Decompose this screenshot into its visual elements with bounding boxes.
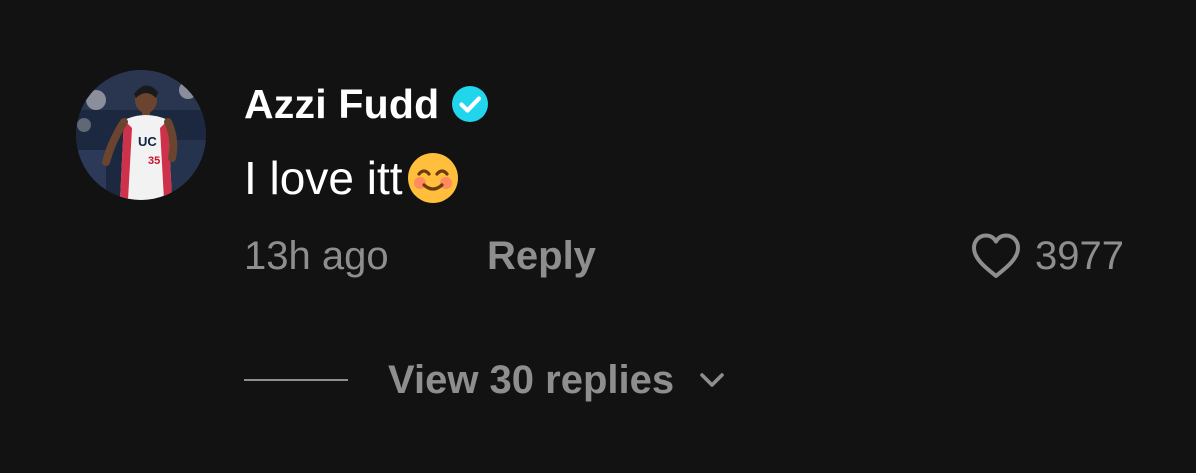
username-row: Azzi Fudd (244, 78, 489, 130)
chevron-down-icon[interactable] (696, 364, 728, 396)
replies-row: View 30 replies (244, 354, 728, 406)
comment-text: I love itt (244, 148, 459, 208)
view-replies-label[interactable]: View 30 replies (388, 358, 674, 403)
heart-icon[interactable] (969, 231, 1023, 281)
like-button[interactable]: 3977 (969, 228, 1124, 284)
comment-meta: 13h ago Reply 3977 (244, 228, 1124, 284)
smiling-face-emoji-icon (407, 152, 459, 204)
timestamp: 13h ago (244, 234, 389, 278)
verified-badge-icon (451, 85, 489, 123)
comment-text-body: I love itt (244, 152, 403, 204)
like-count: 3977 (1035, 234, 1124, 278)
username[interactable]: Azzi Fudd (244, 81, 439, 128)
svg-text:UC: UC (138, 134, 157, 149)
svg-text:35: 35 (148, 155, 160, 167)
divider-line (244, 379, 348, 381)
view-replies-button[interactable]: View 30 replies (388, 358, 728, 403)
avatar-photo: UC 35 (76, 70, 206, 200)
avatar[interactable]: UC 35 (76, 70, 206, 200)
reply-button[interactable]: Reply (487, 228, 596, 284)
comment-item: UC 35 Azzi Fudd I love itt 13h ago Reply… (0, 0, 1196, 473)
